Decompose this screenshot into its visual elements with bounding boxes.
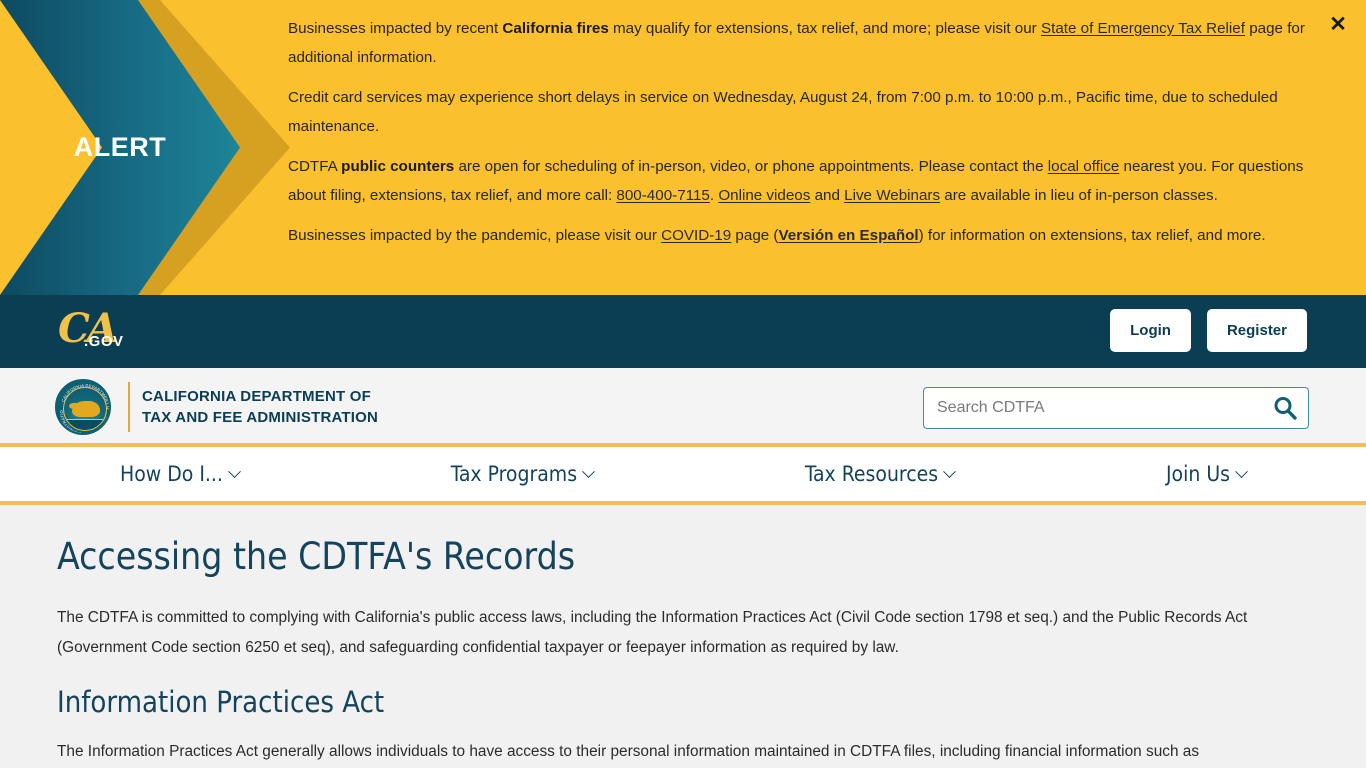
nav-item-label: Tax Resources (804, 462, 939, 486)
nav-items: How Do I... Tax Programs Tax Resources J… (0, 462, 1366, 486)
alert-banner: ALERT Businesses impacted by recent Cali… (0, 0, 1366, 295)
alert-emphasis: California fires (502, 20, 609, 37)
search-icon[interactable] (1267, 391, 1303, 425)
brand-title[interactable]: CALIFORNIA DEPARTMENT OF TAX AND FEE ADM… (142, 386, 378, 428)
alert-link[interactable]: Versión en Español (779, 227, 919, 244)
brand-title-line2: TAX AND FEE ADMINISTRATION (142, 409, 379, 426)
close-icon[interactable]: ✕ (1326, 12, 1350, 36)
alert-emphasis: public counters (341, 158, 455, 175)
main-content: Accessing the CDTFA's Records The CDTFA … (0, 505, 1366, 768)
alert-message-list: Businesses impacted by recent California… (288, 0, 1366, 295)
alert-link[interactable]: State of Emergency Tax Relief (1041, 20, 1245, 37)
ca-gov-logo-suffix: .GOV (84, 333, 124, 350)
alert-paragraph: CDTFA public counters are open for sched… (288, 158, 1304, 204)
section-paragraph: The Information Practices Act generally … (57, 743, 1200, 760)
alert-link[interactable]: COVID-19 (661, 227, 731, 244)
search-glyph (1274, 397, 1297, 420)
chevron-down-icon (228, 464, 241, 478)
alert-link[interactable]: Online videos (718, 187, 810, 204)
ca-gov-logo[interactable]: CA .GOV (58, 305, 138, 355)
section-title-information-practices-act: Information Practices Act (57, 685, 385, 719)
chevron-down-icon (1235, 464, 1248, 478)
search-container (923, 387, 1309, 429)
chevron-down-icon (943, 464, 956, 478)
nav-item-join-us[interactable]: Join Us (1165, 462, 1248, 486)
alert-link[interactable]: 800-400-7115 (616, 187, 709, 204)
alert-link[interactable]: local office (1048, 158, 1119, 175)
cdtfa-seal-icon[interactable]: CALIFORNIA DEPARTMENT OF TAX AND FEE ADM… (55, 379, 111, 435)
brand-title-line1: CALIFORNIA DEPARTMENT OF (142, 388, 371, 405)
ca-gov-bar: CA .GOV Login Register (0, 295, 1366, 368)
intro-paragraph: The CDTFA is committed to complying with… (57, 609, 1248, 656)
nav-item-label: Tax Programs (450, 462, 578, 486)
alert-label: ALERT (73, 132, 167, 162)
brand-divider (128, 382, 130, 432)
login-button[interactable]: Login (1110, 309, 1191, 352)
alert-paragraph: Businesses impacted by recent California… (288, 20, 1305, 66)
main-navigation: How Do I... Tax Programs Tax Resources J… (0, 447, 1366, 505)
page-title: Accessing the CDTFA's Records (57, 535, 576, 578)
alert-chevron-graphic: ALERT (0, 0, 290, 295)
nav-item-how-do-i[interactable]: How Do I... (120, 462, 241, 486)
cdtfa-seal-ring: CALIFORNIA DEPARTMENT OF TAX AND FEE ADM… (57, 381, 111, 435)
nav-item-tax-resources[interactable]: Tax Resources (804, 462, 956, 486)
nav-item-tax-programs[interactable]: Tax Programs (450, 462, 595, 486)
alert-link[interactable]: Live Webinars (844, 187, 940, 204)
nav-item-label: Join Us (1165, 462, 1230, 486)
ca-gov-actions: Login Register (1110, 309, 1307, 352)
search-input[interactable] (923, 387, 1309, 429)
chevron-down-icon (582, 464, 595, 478)
svg-text:CALIFORNIA DEPARTMENT OF: CALIFORNIA DEPARTMENT OF (57, 381, 111, 410)
register-button[interactable]: Register (1206, 309, 1307, 352)
alert-paragraph: Businesses impacted by the pandemic, ple… (288, 227, 1266, 244)
brand-bar: CALIFORNIA DEPARTMENT OF TAX AND FEE ADM… (0, 368, 1366, 447)
svg-text:TAX AND FEE ADMINISTRATION: TAX AND FEE ADMINISTRATION (57, 381, 110, 435)
alert-paragraph: Credit card services may experience shor… (288, 89, 1278, 135)
nav-item-label: How Do I... (120, 462, 223, 486)
